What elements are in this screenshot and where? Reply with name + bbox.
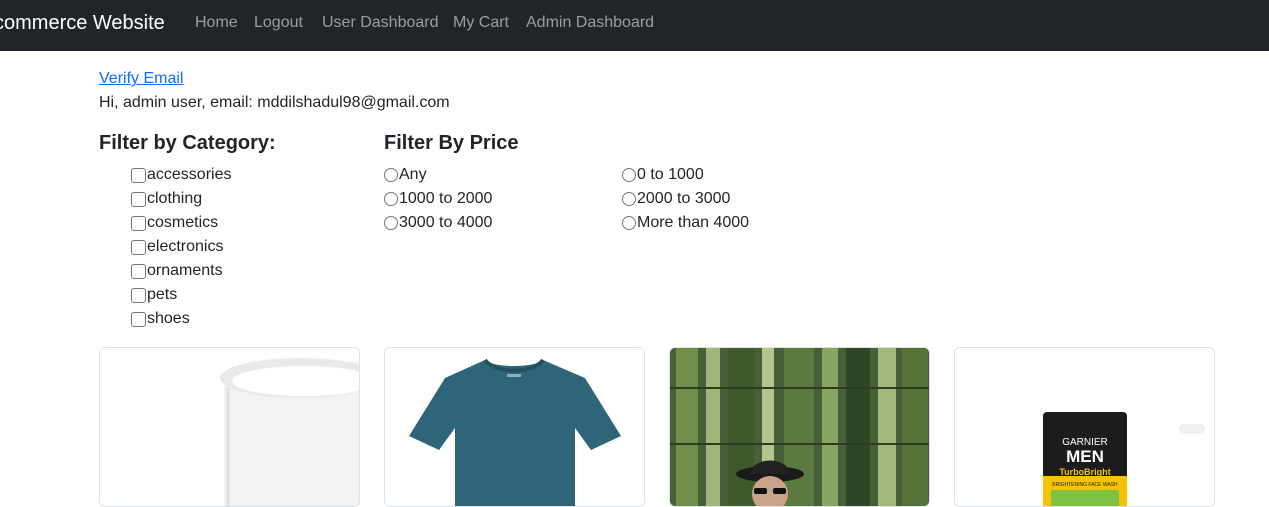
radio-button[interactable] [622, 192, 636, 206]
nav-link-user-dashboard[interactable]: User Dashboard [322, 14, 439, 32]
nav-link-logout[interactable]: Logout [254, 14, 303, 32]
brand-title[interactable]: commerce Website [0, 12, 165, 35]
category-label: shoes [147, 310, 190, 327]
checkbox[interactable] [131, 311, 146, 327]
price-filter-heading: Filter By Price [384, 132, 519, 154]
price-label: 2000 to 3000 [637, 190, 731, 207]
product-card[interactable] [384, 347, 645, 507]
price-option-1000-2000[interactable]: 1000 to 2000 [384, 187, 492, 211]
greeting-text: Hi, admin user, email: mddilshadul98@gma… [99, 94, 450, 111]
checkbox[interactable] [131, 287, 146, 303]
garnier-men-face-wash-image[interactable]: GARNIER MEN TurboBright BRIGHTENING FACE… [955, 348, 1215, 507]
top-navbar: commerce Website Home Logout User Dashbo… [0, 0, 1269, 51]
price-option-any[interactable]: Any [384, 163, 427, 187]
category-option-shoes[interactable]: shoes [131, 307, 190, 331]
radio-button[interactable] [384, 168, 398, 182]
price-option-0-1000[interactable]: 0 to 1000 [622, 163, 704, 187]
price-option-2000-3000[interactable]: 2000 to 3000 [622, 187, 730, 211]
price-option-more-than-4000[interactable]: More than 4000 [622, 211, 749, 235]
svg-text:BRIGHTENING FACE WASH: BRIGHTENING FACE WASH [1052, 482, 1118, 488]
category-option-clothing[interactable]: clothing [131, 187, 202, 211]
category-option-cosmetics[interactable]: cosmetics [131, 211, 218, 235]
checkbox[interactable] [131, 263, 146, 279]
nav-link-admin-dashboard[interactable]: Admin Dashboard [526, 14, 654, 32]
nav-link-home[interactable]: Home [195, 14, 238, 32]
radio-button[interactable] [384, 192, 398, 206]
price-label: More than 4000 [637, 214, 750, 231]
radio-button[interactable] [622, 168, 636, 182]
category-option-pets[interactable]: pets [131, 283, 177, 307]
category-filter-heading: Filter by Category: [99, 132, 276, 154]
category-label: clothing [147, 190, 203, 207]
checkbox[interactable] [131, 191, 146, 207]
category-label: electronics [147, 238, 224, 255]
category-option-ornaments[interactable]: ornaments [131, 259, 223, 283]
svg-text:TurboBright: TurboBright [1059, 467, 1110, 477]
category-label: pets [147, 286, 178, 303]
product-card[interactable]: GARNIER MEN TurboBright BRIGHTENING FACE… [954, 347, 1215, 507]
product-card[interactable] [99, 347, 360, 507]
radio-button[interactable] [622, 216, 636, 230]
checkbox[interactable] [131, 239, 146, 255]
product-card[interactable] [669, 347, 930, 507]
category-label: ornaments [147, 262, 223, 279]
white-mug-image[interactable] [100, 348, 360, 507]
category-option-electronics[interactable]: electronics [131, 235, 223, 259]
price-label: 0 to 1000 [637, 166, 704, 183]
category-label: accessories [147, 166, 232, 183]
checkbox[interactable] [131, 215, 146, 231]
price-label: Any [399, 166, 427, 183]
man-in-bamboo-forest-image[interactable] [670, 348, 930, 507]
svg-text:MEN: MEN [1066, 447, 1104, 466]
price-option-3000-4000[interactable]: 3000 to 4000 [384, 211, 492, 235]
teal-tshirt-image[interactable] [385, 348, 645, 507]
price-label: 1000 to 2000 [399, 190, 493, 207]
category-option-accessories[interactable]: accessories [131, 163, 231, 187]
category-label: cosmetics [147, 214, 219, 231]
price-label: 3000 to 4000 [399, 214, 493, 231]
checkbox[interactable] [131, 167, 146, 183]
nav-link-my-cart[interactable]: My Cart [453, 14, 509, 32]
radio-button[interactable] [384, 216, 398, 230]
verify-email-link[interactable]: Verify Email [99, 70, 183, 88]
